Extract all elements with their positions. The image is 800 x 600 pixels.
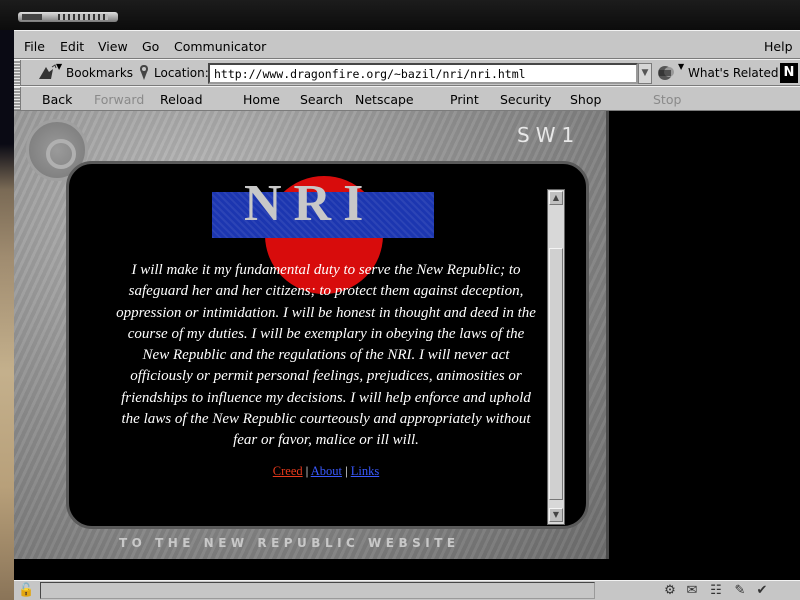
whats-related-icon <box>658 66 674 80</box>
location-icon[interactable] <box>136 63 152 83</box>
stop-button[interactable]: Stop <box>653 92 681 107</box>
whats-related-label: What's Related <box>688 66 779 80</box>
desktop-wallpaper <box>0 30 14 600</box>
reload-button[interactable]: Reload <box>160 92 203 107</box>
location-label: Location: <box>154 66 209 80</box>
discussion-icon[interactable]: ☷ <box>708 583 724 599</box>
lightsaber-decoration <box>18 12 118 22</box>
menu-go[interactable]: Go <box>142 39 159 54</box>
creed-link[interactable]: Creed <box>273 464 303 478</box>
shop-button[interactable]: Shop <box>570 92 601 107</box>
menu-file[interactable]: File <box>24 39 45 54</box>
content-panel: NRI I will make it my fundamental duty t… <box>66 161 589 529</box>
bookmarks-button[interactable]: ▼ Bookmarks <box>32 62 142 84</box>
mail-icon[interactable]: ✉ <box>684 583 700 599</box>
menu-help[interactable]: Help <box>764 39 793 54</box>
toolbar-grip[interactable] <box>14 60 21 85</box>
oath-text: I will make it my fundamental duty to se… <box>116 262 536 449</box>
page-viewport: SW1 NRI I will make it my fundamental du… <box>14 111 800 580</box>
menu-edit[interactable]: Edit <box>60 39 84 54</box>
toolbar-grip[interactable] <box>14 87 21 110</box>
browser-window: File Edit View Go Communicator Help ▼ Bo… <box>14 30 800 600</box>
menu-view[interactable]: View <box>98 39 128 54</box>
frame-label: SW1 <box>517 123 581 147</box>
url-history-dropdown[interactable]: ▼ <box>638 63 652 84</box>
bookmarks-icon <box>39 64 57 79</box>
link-separator: | <box>341 464 351 478</box>
navigator-icon[interactable]: ⚙ <box>662 583 678 599</box>
link-separator: | <box>302 464 311 478</box>
back-button[interactable]: Back <box>42 92 72 107</box>
security-button[interactable]: Security <box>500 92 551 107</box>
bookmarks-label: Bookmarks <box>66 66 134 80</box>
whats-related-button[interactable]: ▼ What's Related <box>656 62 779 84</box>
scroll-up-button[interactable]: ▲ <box>549 191 563 205</box>
links-link[interactable]: Links <box>351 464 379 478</box>
search-button[interactable]: Search <box>300 92 343 107</box>
logo-text: NRI <box>244 175 376 232</box>
menu-bar: File Edit View Go Communicator Help <box>14 30 800 59</box>
status-text-area <box>40 582 595 599</box>
panel-scrollbar[interactable]: ▲ ▼ <box>547 189 565 525</box>
location-toolbar: ▼ Bookmarks Location: http://www.dragonf… <box>14 59 800 86</box>
netscape-button[interactable]: Netscape <box>355 92 414 107</box>
footer-banner[interactable]: TO THE NEW REPUBLIC WEBSITE <box>119 536 460 550</box>
security-lock-icon[interactable]: 🔓 <box>18 583 34 599</box>
desktop-top-bar <box>0 0 800 30</box>
status-indicator-icon: ✔ <box>756 583 768 598</box>
url-field[interactable]: http://www.dragonfire.org/~bazil/nri/nri… <box>208 63 638 84</box>
print-button[interactable]: Print <box>450 92 479 107</box>
composer-icon[interactable]: ✎ <box>732 583 748 599</box>
navigation-toolbar: Back Forward Reload Home Search Netscape… <box>14 86 800 111</box>
sw1-frame: SW1 NRI I will make it my fundamental du… <box>14 111 609 559</box>
about-link[interactable]: About <box>311 464 342 478</box>
scroll-down-button[interactable]: ▼ <box>549 508 563 522</box>
forward-button[interactable]: Forward <box>94 92 144 107</box>
scroll-thumb[interactable] <box>549 248 563 500</box>
netscape-logo-icon[interactable]: N <box>780 63 798 83</box>
status-bar: 🔓 ⚙ ✉ ☷ ✎ ✔ <box>14 580 800 600</box>
nav-links: Creed | About | Links <box>69 464 583 479</box>
menu-communicator[interactable]: Communicator <box>174 39 266 54</box>
home-button[interactable]: Home <box>243 92 280 107</box>
